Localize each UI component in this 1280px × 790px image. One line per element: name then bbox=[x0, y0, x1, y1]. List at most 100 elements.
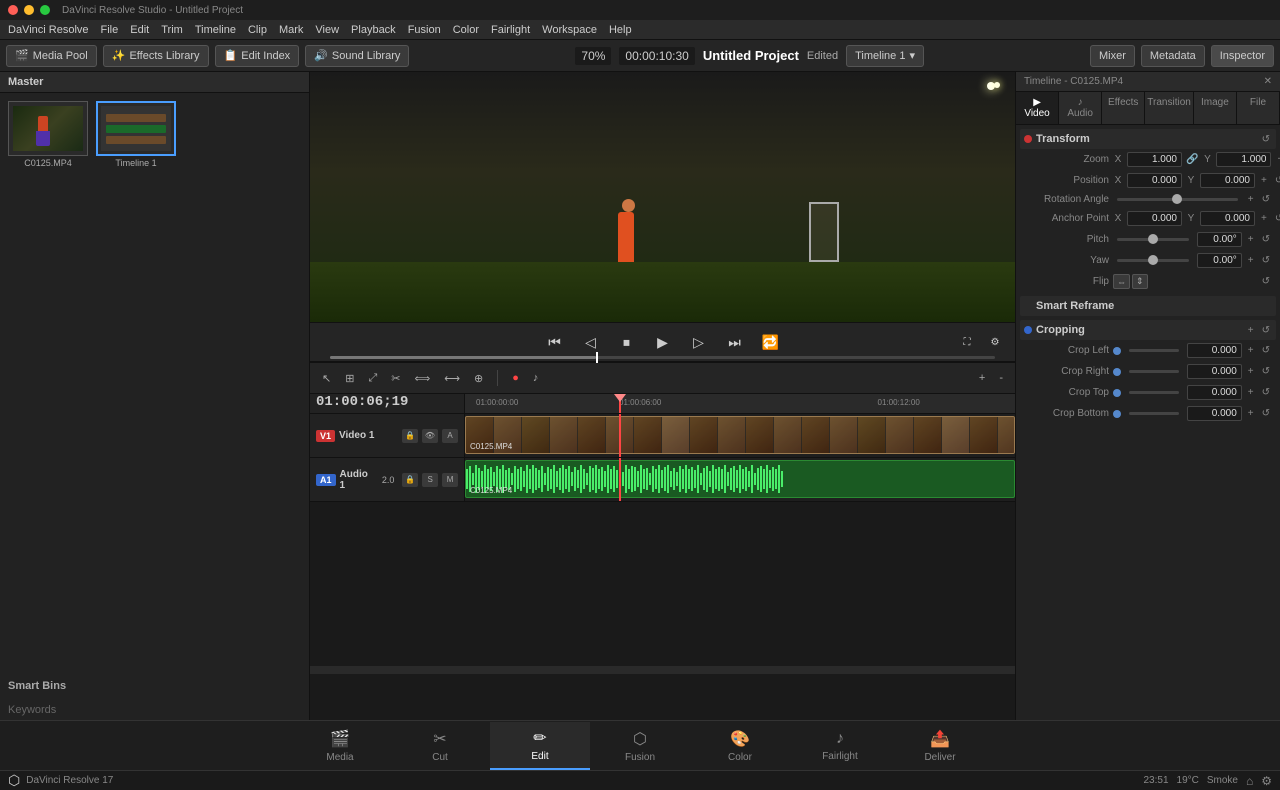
tab-effects[interactable]: Effects bbox=[1102, 92, 1145, 124]
video-track-body[interactable]: C0125.MP4 bbox=[465, 414, 1015, 457]
tl-audio-btn[interactable]: ♪ bbox=[529, 370, 543, 386]
next-frame-btn[interactable]: ▷ bbox=[687, 330, 711, 354]
ruler-ticks[interactable]: 01:00:00:00 01:00:06:00 01:00:12:00 bbox=[465, 394, 1015, 413]
taskbar-settings-icon[interactable]: ⚙ bbox=[1261, 774, 1272, 788]
video-clip-c0125[interactable]: C0125.MP4 bbox=[465, 416, 1015, 454]
flip-reset-btn[interactable]: ↺ bbox=[1260, 276, 1272, 287]
position-reset-btn[interactable]: ↺ bbox=[1273, 175, 1280, 186]
yaw-add-btn[interactable]: + bbox=[1246, 255, 1256, 266]
timecode-display[interactable]: 00:00:10:30 bbox=[619, 47, 694, 65]
anchor-y-input[interactable] bbox=[1200, 211, 1255, 226]
audio-vis-icon[interactable]: S bbox=[422, 473, 438, 487]
menu-playback[interactable]: Playback bbox=[351, 24, 396, 36]
nav-deliver[interactable]: 📤 Deliver bbox=[890, 722, 990, 770]
crop-right-reset-btn[interactable]: ↺ bbox=[1260, 366, 1272, 377]
pitch-input[interactable] bbox=[1197, 232, 1242, 247]
crop-right-slider[interactable] bbox=[1129, 370, 1179, 373]
effects-library-btn[interactable]: ✨ Effects Library bbox=[103, 45, 209, 67]
sound-library-btn[interactable]: 🔊 Sound Library bbox=[305, 45, 409, 67]
tl-record-btn[interactable]: ● bbox=[508, 370, 523, 386]
menu-workspace[interactable]: Workspace bbox=[542, 24, 597, 36]
menu-edit[interactable]: Edit bbox=[130, 24, 149, 36]
crop-bottom-input[interactable] bbox=[1187, 406, 1242, 421]
anchor-reset-btn[interactable]: ↺ bbox=[1273, 213, 1280, 224]
position-y-input[interactable] bbox=[1200, 173, 1255, 188]
zoom-x-input[interactable] bbox=[1127, 152, 1182, 167]
go-to-end-btn[interactable]: ⏭ bbox=[723, 330, 747, 354]
viewer-options-btn[interactable]: ⚙ bbox=[983, 330, 1007, 354]
go-to-start-btn[interactable]: ⏮ bbox=[543, 330, 567, 354]
tl-slide-btn[interactable]: ⟷ bbox=[440, 370, 464, 387]
crop-right-input[interactable] bbox=[1187, 364, 1242, 379]
menu-trim[interactable]: Trim bbox=[161, 24, 183, 36]
crop-top-input[interactable] bbox=[1187, 385, 1242, 400]
tab-file[interactable]: File bbox=[1237, 92, 1280, 124]
menu-mark[interactable]: Mark bbox=[279, 24, 303, 36]
nav-fairlight[interactable]: ♪ Fairlight bbox=[790, 722, 890, 770]
progress-bar[interactable] bbox=[330, 356, 995, 359]
yaw-slider[interactable] bbox=[1117, 259, 1189, 262]
crop-left-input[interactable] bbox=[1187, 343, 1242, 358]
yaw-input[interactable] bbox=[1197, 253, 1242, 268]
rotation-slider[interactable] bbox=[1117, 198, 1238, 201]
pitch-reset-btn[interactable]: ↺ bbox=[1260, 234, 1272, 245]
audio-clip-c0125[interactable]: C0125.MP4 bbox=[465, 460, 1015, 498]
audio-lock-icon[interactable]: 🔒 bbox=[402, 473, 418, 487]
track-vis-icon[interactable]: 👁 bbox=[422, 429, 438, 443]
menu-clip[interactable]: Clip bbox=[248, 24, 267, 36]
stop-btn[interactable]: ⏹ bbox=[615, 330, 639, 354]
anchor-x-input[interactable] bbox=[1127, 211, 1182, 226]
taskbar-home-icon[interactable]: ⌂ bbox=[1246, 774, 1253, 788]
menu-timeline[interactable]: Timeline bbox=[195, 24, 236, 36]
nav-color[interactable]: 🎨 Color bbox=[690, 722, 790, 770]
play-btn[interactable]: ▶ bbox=[651, 330, 675, 354]
tl-razor-btn[interactable]: ✂ bbox=[387, 370, 404, 387]
win-min-btn[interactable] bbox=[24, 5, 34, 15]
flip-h-btn[interactable]: ⇔ bbox=[1113, 274, 1130, 289]
transform-reset-btn[interactable]: ↺ bbox=[1260, 134, 1272, 145]
zoom-y-input[interactable] bbox=[1216, 152, 1271, 167]
zoom-add-btn[interactable]: + bbox=[1275, 154, 1280, 165]
timeline-selector[interactable]: Timeline 1 ▾ bbox=[846, 45, 924, 67]
menu-davinci[interactable]: DaVinci Resolve bbox=[8, 24, 89, 36]
audio-track-body[interactable]: C0125.MP4 bbox=[465, 458, 1015, 501]
media-pool-btn[interactable]: 🎬 Media Pool bbox=[6, 45, 97, 67]
tab-audio[interactable]: ♪ Audio bbox=[1059, 92, 1102, 124]
edit-index-btn[interactable]: 📋 Edit Index bbox=[215, 45, 300, 67]
tab-image[interactable]: Image bbox=[1194, 92, 1237, 124]
inspector-close-icon[interactable]: ✕ bbox=[1264, 76, 1272, 87]
crop-left-slider[interactable] bbox=[1129, 349, 1179, 352]
inspector-btn[interactable]: Inspector bbox=[1211, 45, 1274, 67]
tl-warp-btn[interactable]: ⊕ bbox=[470, 370, 487, 387]
cropping-header[interactable]: Cropping + ↺ bbox=[1020, 320, 1276, 340]
media-item-c0125[interactable]: C0125.MP4 bbox=[8, 101, 88, 168]
menu-fairlight[interactable]: Fairlight bbox=[491, 24, 530, 36]
win-max-btn[interactable] bbox=[40, 5, 50, 15]
win-close-btn[interactable] bbox=[8, 5, 18, 15]
zoom-link-btn[interactable]: 🔗 bbox=[1186, 154, 1198, 165]
crop-bottom-slider[interactable] bbox=[1129, 412, 1179, 415]
crop-top-add-btn[interactable]: + bbox=[1246, 387, 1256, 398]
tab-transition[interactable]: Transition bbox=[1145, 92, 1194, 124]
zoom-level[interactable]: 70% bbox=[575, 47, 611, 65]
media-item-timeline1[interactable]: Timeline 1 bbox=[96, 101, 176, 168]
yaw-reset-btn[interactable]: ↺ bbox=[1260, 255, 1272, 266]
anchor-add-btn[interactable]: + bbox=[1259, 213, 1269, 224]
menu-help[interactable]: Help bbox=[609, 24, 632, 36]
nav-edit[interactable]: ✏ Edit bbox=[490, 722, 590, 770]
audio-mute-icon[interactable]: M bbox=[442, 473, 458, 487]
mixer-btn[interactable]: Mixer bbox=[1090, 45, 1135, 67]
track-auto-icon[interactable]: A bbox=[442, 429, 458, 443]
transform-header[interactable]: Transform ↺ bbox=[1020, 129, 1276, 149]
crop-top-slider[interactable] bbox=[1129, 391, 1179, 394]
smart-reframe-header[interactable]: Smart Reframe bbox=[1020, 296, 1276, 316]
tl-select-btn[interactable]: ↖ bbox=[318, 370, 335, 387]
menu-view[interactable]: View bbox=[315, 24, 339, 36]
nav-fusion[interactable]: ⬡ Fusion bbox=[590, 722, 690, 770]
metadata-btn[interactable]: Metadata bbox=[1141, 45, 1205, 67]
crop-top-reset-btn[interactable]: ↺ bbox=[1260, 387, 1272, 398]
menu-file[interactable]: File bbox=[101, 24, 119, 36]
position-x-input[interactable] bbox=[1127, 173, 1182, 188]
crop-left-reset-btn[interactable]: ↺ bbox=[1260, 345, 1272, 356]
position-add-btn[interactable]: + bbox=[1259, 175, 1269, 186]
